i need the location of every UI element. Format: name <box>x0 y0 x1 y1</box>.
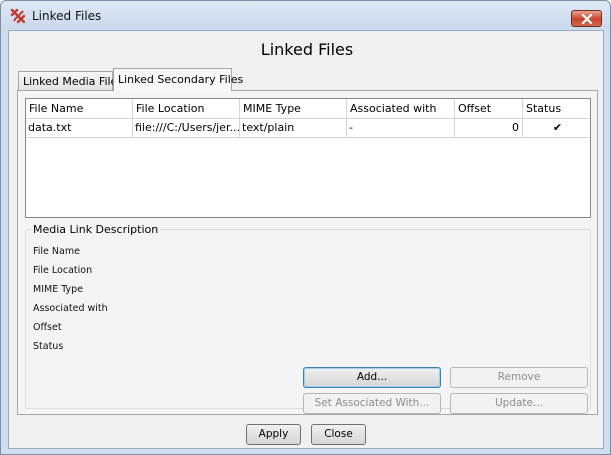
column-header-status[interactable]: Status <box>523 99 590 119</box>
desc-label-file-name: File Name <box>33 246 80 257</box>
desc-label-offset: Offset <box>33 322 62 333</box>
table-header: File Name File Location MIME Type Associ… <box>26 99 590 119</box>
tab-linked-secondary-files[interactable]: Linked Secondary Files <box>113 68 243 91</box>
update-button[interactable]: Update... <box>450 393 588 414</box>
window-close-button[interactable] <box>571 10 602 27</box>
apply-button[interactable]: Apply <box>246 424 301 445</box>
desc-label-associated-with: Associated with <box>33 303 108 314</box>
desc-label-status: Status <box>33 341 64 352</box>
table-row[interactable]: data.txt file:///C:/Users/jer... text/pl… <box>26 119 590 138</box>
window-title: Linked Files <box>32 9 102 23</box>
close-button[interactable]: Close <box>311 424 366 445</box>
cell-offset[interactable]: 0 <box>455 119 523 138</box>
cell-associated-with[interactable]: - <box>347 119 455 138</box>
jigsaw-logo-icon <box>10 8 26 24</box>
desc-label-file-location: File Location <box>33 265 93 276</box>
cell-file-location[interactable]: file:///C:/Users/jer... <box>133 119 240 138</box>
linked-files-table[interactable]: File Name File Location MIME Type Associ… <box>25 98 591 218</box>
add-button[interactable]: Add... <box>303 367 441 388</box>
desc-label-mime-type: MIME Type <box>33 284 84 295</box>
set-associated-with-button[interactable]: Set Associated With... <box>303 393 441 414</box>
media-link-description-title: Media Link Description <box>31 223 161 236</box>
cell-status-check-icon[interactable]: ✔ <box>523 119 590 138</box>
column-header-mime-type[interactable]: MIME Type <box>240 99 347 119</box>
title-bar[interactable]: Linked Files <box>1 1 610 29</box>
column-header-file-location[interactable]: File Location <box>133 99 240 119</box>
dialog-content: Linked Files Linked Media Files Linked S… <box>8 30 604 449</box>
remove-button[interactable]: Remove <box>450 367 588 388</box>
column-header-file-name[interactable]: File Name <box>26 99 133 119</box>
column-header-associated-with[interactable]: Associated with <box>347 99 455 119</box>
column-header-offset[interactable]: Offset <box>455 99 523 119</box>
cell-mime-type[interactable]: text/plain <box>240 119 347 138</box>
dialog-window: Linked Files Linked Files Linked Media F… <box>0 0 611 455</box>
tab-linked-media-files[interactable]: Linked Media Files <box>18 71 123 90</box>
dialog-heading: Linked Files <box>260 40 354 59</box>
close-icon <box>581 14 593 24</box>
cell-file-name[interactable]: data.txt <box>26 119 133 138</box>
